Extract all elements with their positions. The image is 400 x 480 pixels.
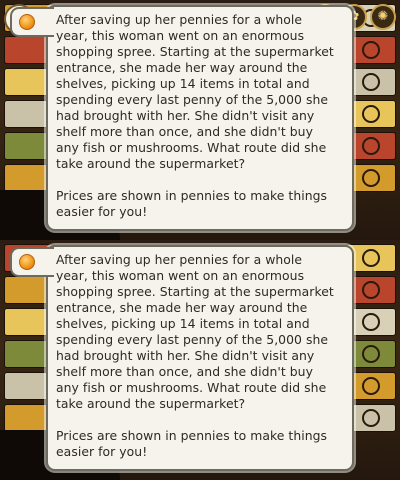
text-line: easier for you! bbox=[56, 444, 148, 459]
text-line: shelves, picking up 14 items in total an… bbox=[56, 76, 310, 91]
puzzle-text: After saving up her pennies for a whole … bbox=[56, 252, 346, 460]
text-line: easier for you! bbox=[56, 204, 148, 219]
text-line: After saving up her pennies for a whole bbox=[56, 12, 303, 27]
puzzle-dialog: After saving up her pennies for a whole … bbox=[10, 5, 354, 231]
orange-orb-icon bbox=[19, 14, 35, 30]
text-line: any fish or mushrooms. What route did sh… bbox=[56, 140, 327, 155]
text-line: shopping spree. Starting at the supermar… bbox=[56, 44, 334, 59]
text-line: shelves, picking up 14 items in total an… bbox=[56, 316, 310, 331]
text-line: entrance, she made her way around the bbox=[56, 300, 308, 315]
puzzle-paragraph-2: Prices are shown in pennies to make thin… bbox=[56, 188, 346, 220]
text-line: shelf more than once, and she didn't buy bbox=[56, 364, 313, 379]
puzzle-paragraph-1: After saving up her pennies for a whole … bbox=[56, 12, 346, 172]
puzzle-text: After saving up her pennies for a whole … bbox=[56, 12, 346, 220]
text-line: year, this woman went on an enormous bbox=[56, 28, 305, 43]
text-line: Prices are shown in pennies to make thin… bbox=[56, 188, 328, 203]
bottom-screen: After saving up her pennies for a whole … bbox=[0, 240, 400, 480]
text-line: Prices are shown in pennies to make thin… bbox=[56, 428, 328, 443]
text-line: take around the supermarket? bbox=[56, 156, 246, 171]
puzzle-paragraph-2: Prices are shown in pennies to make thin… bbox=[56, 428, 346, 460]
top-screen: ✎ ✿ ✺ After saving up her pennies for a … bbox=[0, 0, 400, 240]
dialog-tab bbox=[10, 7, 54, 37]
text-line: take around the supermarket? bbox=[56, 396, 246, 411]
text-line: entrance, she made her way around the bbox=[56, 60, 308, 75]
text-line: any fish or mushrooms. What route did sh… bbox=[56, 380, 327, 395]
text-line: had brought with her. She didn't visit a… bbox=[56, 108, 315, 123]
text-line: After saving up her pennies for a whole bbox=[56, 252, 303, 267]
puzzle-dialog: After saving up her pennies for a whole … bbox=[10, 245, 354, 471]
text-line: spending every last penny of the 5,000 s… bbox=[56, 332, 329, 347]
dialog-tab bbox=[10, 247, 54, 277]
text-line: had brought with her. She didn't visit a… bbox=[56, 348, 315, 363]
puzzle-paragraph-1: After saving up her pennies for a whole … bbox=[56, 252, 346, 412]
text-line: shopping spree. Starting at the supermar… bbox=[56, 284, 334, 299]
text-line: spending every last penny of the 5,000 s… bbox=[56, 92, 329, 107]
text-line: shelf more than once, and she didn't buy bbox=[56, 124, 313, 139]
text-line: year, this woman went on an enormous bbox=[56, 268, 305, 283]
settings-icon[interactable]: ✺ bbox=[370, 4, 396, 30]
orange-orb-icon bbox=[19, 254, 35, 270]
